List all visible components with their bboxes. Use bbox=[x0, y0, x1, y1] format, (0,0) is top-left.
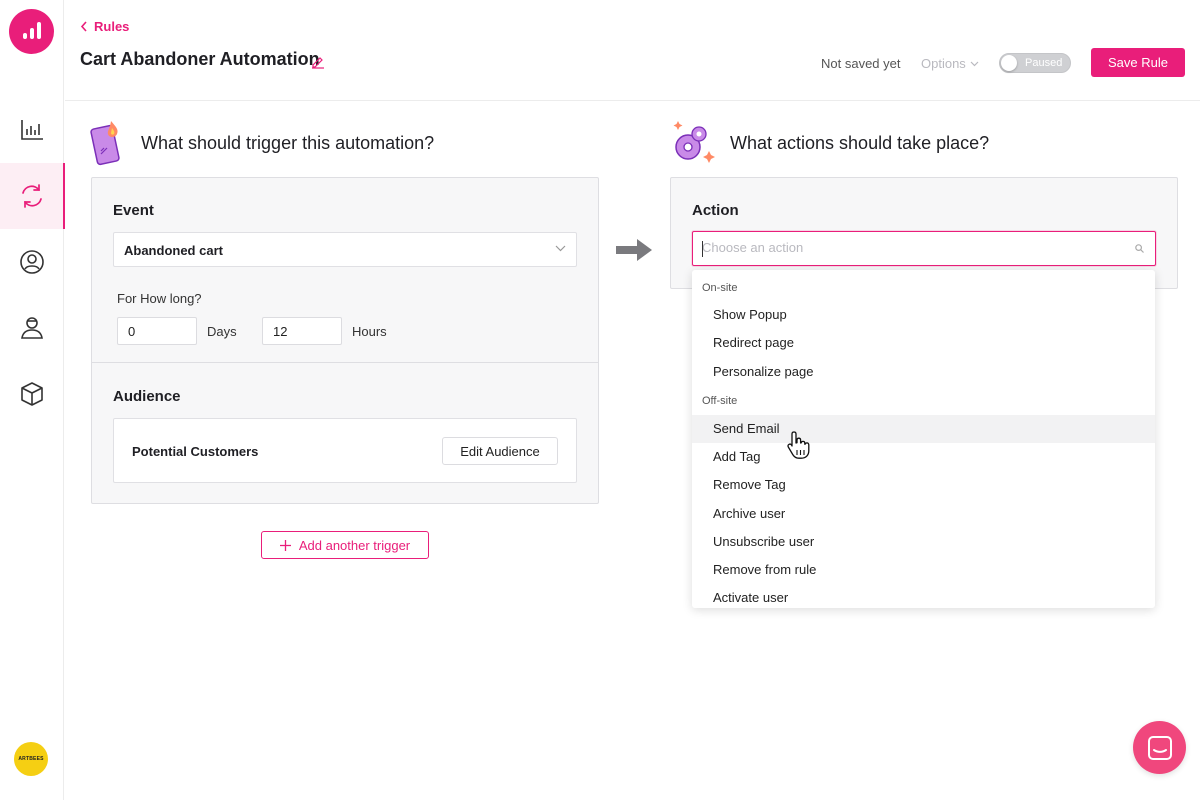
person-icon bbox=[21, 317, 43, 339]
plus-icon bbox=[279, 539, 291, 551]
days-input[interactable] bbox=[117, 317, 197, 345]
chat-icon bbox=[1147, 735, 1172, 760]
toggle-label: Paused bbox=[1025, 57, 1063, 69]
action-dropdown: On-site Show Popup Redirect page Persona… bbox=[692, 270, 1155, 608]
sidebar-item-users[interactable] bbox=[0, 229, 64, 295]
chat-button[interactable] bbox=[1133, 721, 1186, 774]
toggle-knob bbox=[1001, 55, 1017, 71]
audience-name: Potential Customers bbox=[132, 444, 259, 459]
workspace-avatar[interactable]: ARTBEES bbox=[14, 742, 48, 776]
option-personalize-page[interactable]: Personalize page bbox=[692, 358, 1155, 386]
search-icon bbox=[1135, 244, 1144, 253]
event-select-value: Abandoned cart bbox=[124, 243, 223, 258]
action-search-field[interactable] bbox=[692, 231, 1156, 266]
options-dropdown[interactable]: Options bbox=[921, 56, 979, 71]
chevron-down-icon bbox=[970, 61, 979, 66]
action-heading: What actions should take place? bbox=[730, 133, 990, 153]
option-redirect-page[interactable]: Redirect page bbox=[692, 329, 1155, 357]
option-show-popup[interactable]: Show Popup bbox=[692, 301, 1155, 329]
page-header: Rules Cart Abandoner Automation Not save… bbox=[65, 0, 1200, 101]
group-label-onsite: On-site bbox=[702, 282, 738, 294]
save-rule-button[interactable]: Save Rule bbox=[1091, 48, 1185, 77]
action-search-input[interactable] bbox=[702, 240, 1122, 255]
hand-cursor-icon bbox=[787, 431, 810, 459]
breadcrumb-label: Rules bbox=[94, 19, 130, 34]
phone-fire-icon bbox=[90, 121, 120, 166]
event-label: Event bbox=[113, 202, 154, 219]
chevron-left-icon bbox=[80, 21, 87, 32]
option-archive-user[interactable]: Archive user bbox=[692, 500, 1155, 528]
option-remove-tag[interactable]: Remove Tag bbox=[692, 471, 1155, 499]
avatar-text: ARTBEES bbox=[18, 756, 44, 762]
edit-audience-button[interactable]: Edit Audience bbox=[442, 437, 558, 465]
add-trigger-label: Add another trigger bbox=[298, 537, 411, 553]
group-label-offsite: Off-site bbox=[702, 395, 738, 407]
sidebar-item-rules[interactable] bbox=[0, 163, 65, 229]
refresh-cycle-icon bbox=[22, 184, 42, 208]
arrow-right-icon bbox=[616, 239, 652, 261]
breadcrumb-back[interactable]: Rules bbox=[80, 19, 129, 34]
bar-chart-icon bbox=[21, 120, 43, 140]
gears-sparkle-icon bbox=[673, 121, 715, 163]
add-trigger-button[interactable]: Add another trigger bbox=[261, 531, 429, 559]
audience-label: Audience bbox=[113, 388, 181, 405]
duration-label: For How long? bbox=[117, 291, 202, 306]
app-logo[interactable] bbox=[9, 9, 54, 54]
pencil-icon[interactable] bbox=[311, 55, 325, 69]
sidebar: ARTBEES bbox=[0, 0, 65, 800]
status-toggle[interactable]: Paused bbox=[999, 53, 1071, 73]
action-label: Action bbox=[692, 202, 739, 219]
hours-input[interactable] bbox=[262, 317, 342, 345]
audience-card: Potential Customers Edit Audience bbox=[113, 418, 577, 483]
options-label: Options bbox=[921, 56, 966, 71]
option-remove-from-rule[interactable]: Remove from rule bbox=[692, 556, 1155, 584]
save-status: Not saved yet bbox=[821, 56, 901, 71]
hours-label: Hours bbox=[352, 324, 387, 339]
option-send-email[interactable]: Send Email bbox=[692, 415, 1155, 443]
sidebar-item-products[interactable] bbox=[0, 361, 64, 427]
days-label: Days bbox=[207, 324, 237, 339]
sidebar-item-profiles[interactable] bbox=[0, 295, 64, 361]
option-unsubscribe-user[interactable]: Unsubscribe user bbox=[692, 528, 1155, 556]
text-caret bbox=[702, 241, 703, 257]
user-circle-icon bbox=[20, 250, 44, 274]
option-add-tag[interactable]: Add Tag bbox=[692, 443, 1155, 471]
option-activate-user[interactable]: Activate user bbox=[692, 584, 1155, 608]
trigger-panel: Event Abandoned cart For How long? Days … bbox=[91, 177, 599, 504]
sidebar-item-analytics[interactable] bbox=[0, 97, 64, 163]
event-select[interactable]: Abandoned cart bbox=[113, 232, 577, 267]
chevron-down-icon bbox=[555, 245, 566, 252]
page-title: Cart Abandoner Automation bbox=[80, 49, 320, 69]
panel-divider bbox=[92, 362, 598, 363]
cube-icon bbox=[21, 382, 43, 406]
trigger-heading: What should trigger this automation? bbox=[141, 133, 435, 153]
